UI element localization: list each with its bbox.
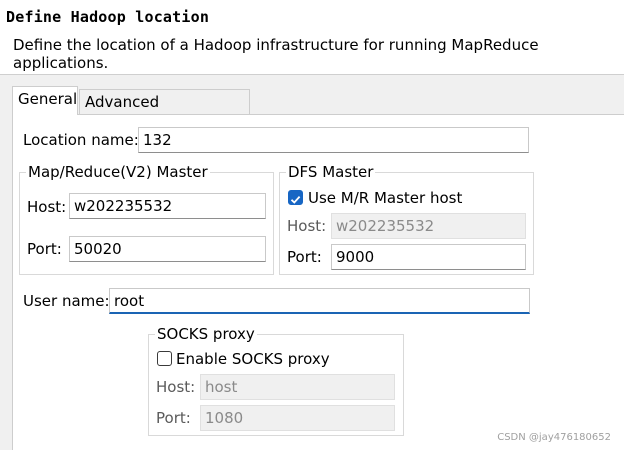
tab-advanced-parameters[interactable]: Advanced parameters: [79, 89, 250, 135]
location-name-input[interactable]: [138, 127, 529, 153]
enable-socks-label[interactable]: Enable SOCKS proxy: [176, 349, 330, 369]
user-name-input[interactable]: [109, 288, 530, 314]
socks-port-input[interactable]: [200, 405, 395, 431]
mr-port-label: Port:: [27, 240, 62, 258]
checkmark-icon: [290, 195, 301, 204]
use-mr-host-checkbox[interactable]: [288, 190, 303, 205]
mr-host-label: Host:: [27, 198, 67, 216]
tab-general[interactable]: General: [12, 86, 78, 115]
socks-port-label: Port:: [156, 409, 191, 427]
dfs-host-label: Host:: [287, 217, 327, 235]
user-name-label: User name:: [23, 292, 110, 310]
watermark: CSDN @jay476180652: [497, 432, 611, 443]
dfs-port-label: Port:: [287, 248, 322, 266]
socks-host-label: Host:: [156, 378, 196, 396]
enable-socks-checkbox[interactable]: [157, 351, 172, 366]
location-name-label: Location name:: [23, 131, 139, 149]
mr-port-input[interactable]: [69, 236, 266, 262]
socks-host-input[interactable]: [200, 374, 395, 400]
mr-host-input[interactable]: [69, 193, 266, 219]
dfs-host-input[interactable]: [331, 213, 526, 239]
page-title: Define Hadoop location: [6, 8, 210, 26]
socks-proxy-title: SOCKS proxy: [155, 325, 257, 343]
dfs-port-input[interactable]: [331, 244, 526, 270]
page-description: Define the location of a Hadoop infrastr…: [13, 36, 539, 72]
mapreduce-master-title: Map/Reduce(V2) Master: [26, 163, 210, 181]
use-mr-host-label[interactable]: Use M/R Master host: [308, 188, 462, 208]
dfs-master-title: DFS Master: [286, 163, 376, 181]
